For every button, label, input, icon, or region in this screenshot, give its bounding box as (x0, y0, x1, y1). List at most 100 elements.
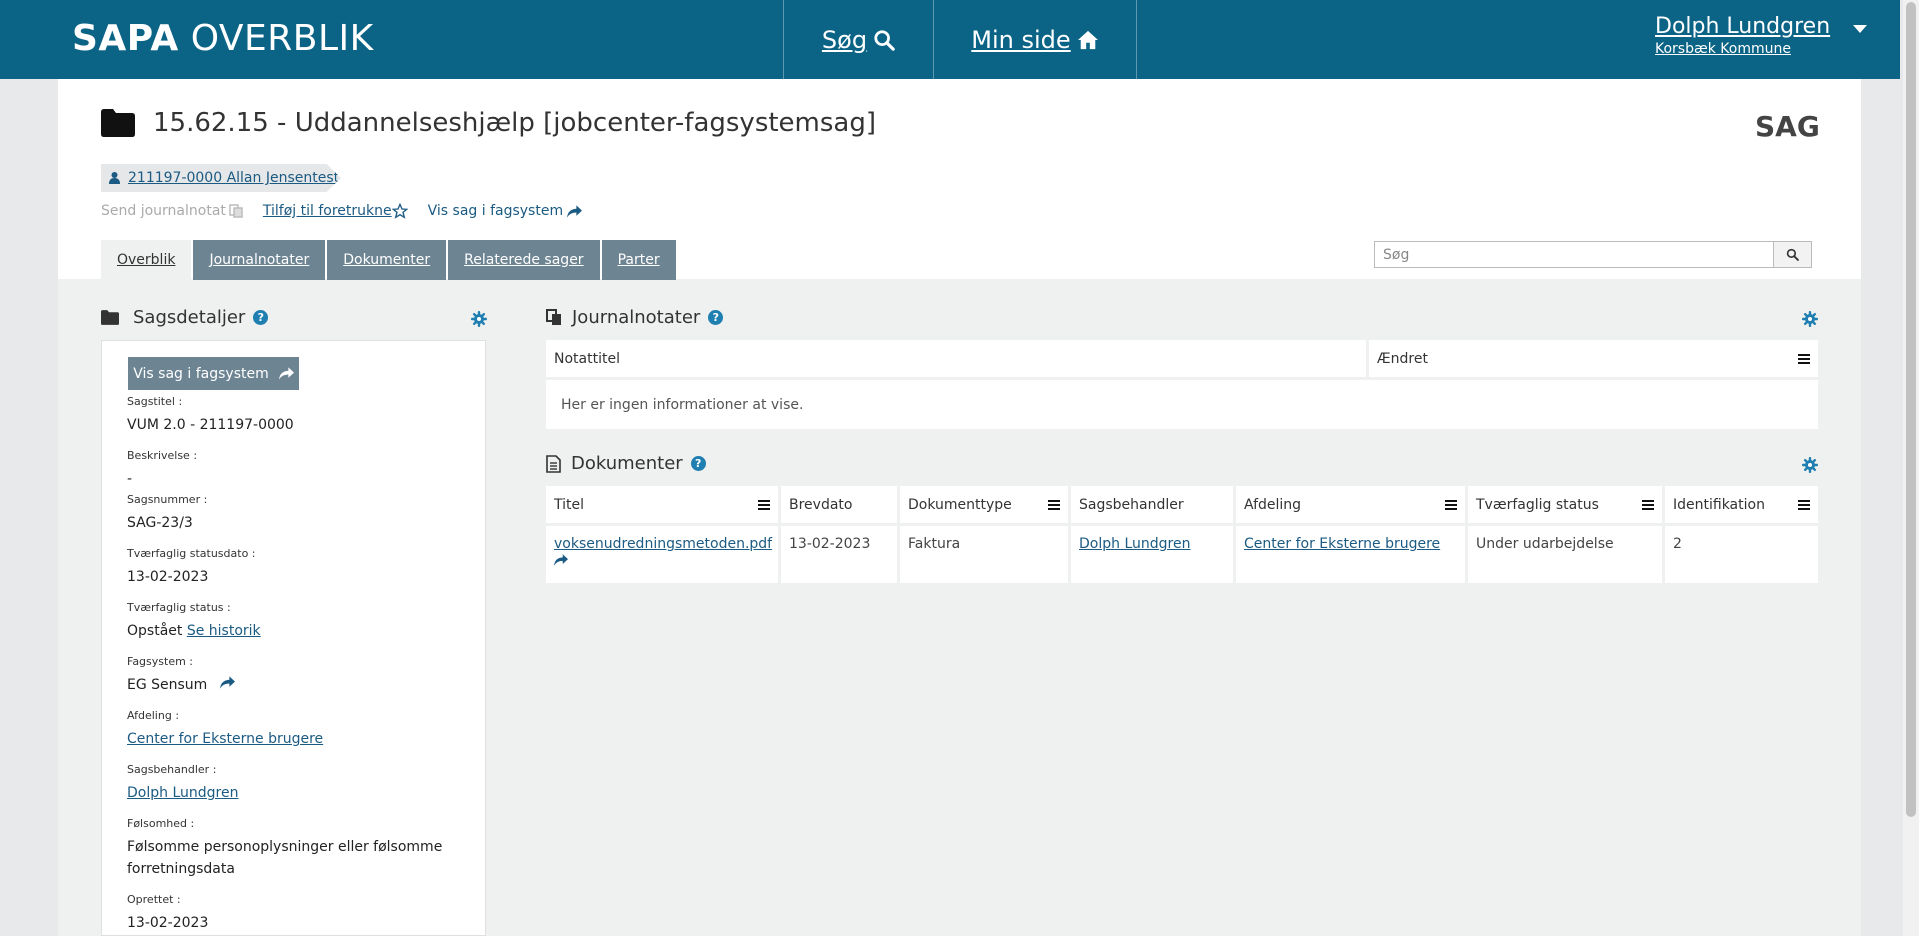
field-status: Tværfaglig status : Opstået Se historik (127, 601, 261, 642)
logo-bold: SAPA (72, 18, 179, 59)
share-icon[interactable] (567, 204, 583, 218)
open-fagsystem-button[interactable]: Vis sag i fagsystem (128, 357, 299, 390)
logo-light: OVERBLIK (190, 18, 374, 59)
field-label: Sagsnummer : (127, 493, 208, 506)
column-tvaerfaglig-status[interactable]: Tværfaglig status (1468, 486, 1665, 523)
copy-icon (229, 204, 243, 218)
column-notattitel[interactable]: Notattitel (546, 340, 1369, 377)
column-titel[interactable]: Titel (546, 486, 781, 523)
help-icon[interactable]: ? (253, 310, 269, 325)
field-label: Fagsystem : (127, 655, 194, 668)
afdeling-link[interactable]: Center for Eksterne brugere (1244, 536, 1440, 552)
column-sagsbehandler[interactable]: Sagsbehandler (1071, 486, 1236, 523)
tab-relaterede-sager[interactable]: Relaterede sager (448, 240, 600, 280)
column-afdeling[interactable]: Afdeling (1236, 486, 1468, 523)
column-aendret[interactable]: Ændret (1369, 340, 1818, 377)
column-label: Notattitel (554, 350, 620, 367)
search-button[interactable] (1774, 241, 1812, 268)
user-menu[interactable]: Dolph Lundgren Korsbæk Kommune (1655, 14, 1868, 57)
column-label: Sagsbehandler (1079, 496, 1184, 513)
journalnotater-heading: Journalnotater ? (546, 307, 724, 328)
column-identifikation[interactable]: Identifikation (1665, 486, 1818, 523)
field-value: - (127, 471, 133, 487)
field-label: Følsomhed : (127, 817, 195, 830)
nav-min-side-label: Min side (971, 25, 1071, 54)
field-sagsnummer: Sagsnummer : SAG-23/3 (127, 493, 207, 534)
add-favorite-button[interactable]: Tilføj til foretrukne (263, 203, 408, 219)
field-sagsbehandler: Sagsbehandler : Dolph Lundgren (127, 763, 238, 804)
sagsdetaljer-title: Sagsdetaljer (133, 307, 246, 328)
sagsbehandler-link[interactable]: Dolph Lundgren (127, 785, 238, 801)
open-fagsystem-button-label: Vis sag i fagsystem (133, 365, 269, 382)
menu-icon[interactable] (1798, 499, 1810, 510)
gear-icon[interactable] (1802, 311, 1818, 327)
user-name[interactable]: Dolph Lundgren (1655, 14, 1830, 39)
menu-icon[interactable] (1798, 353, 1810, 364)
dokumenter-table: Titel Brevdato Dokumenttype Sagsbehandle… (546, 486, 1818, 583)
column-brevdato[interactable]: Brevdato (781, 486, 900, 523)
page-title-row: 15.62.15 - Uddannelseshjælp [jobcenter-f… (101, 108, 876, 138)
tab-bar: Overblik Journalnotater Dokumenter Relat… (101, 240, 678, 280)
share-icon[interactable] (219, 676, 235, 689)
nav-search[interactable]: Søg (783, 0, 933, 79)
column-label: Tværfaglig status (1476, 496, 1599, 513)
tab-journalnotater[interactable]: Journalnotater (193, 240, 326, 280)
field-value: VUM 2.0 - 211197-0000 (127, 417, 294, 433)
menu-icon[interactable] (1445, 499, 1457, 510)
cell-brevdato: 13-02-2023 (781, 526, 900, 583)
cell-status: Under udarbejdelse (1468, 526, 1665, 583)
afdeling-link[interactable]: Center for Eksterne brugere (127, 731, 323, 747)
help-icon[interactable]: ? (690, 456, 706, 471)
field-fagsystem: Fagsystem : EG Sensum (127, 655, 235, 696)
app-logo[interactable]: SAPA OVERBLIK (72, 18, 374, 59)
gear-icon[interactable] (471, 311, 487, 327)
user-icon (109, 172, 120, 184)
send-journalnotat-button: Send journalnotat (101, 203, 243, 219)
open-fagsystem-link[interactable]: Vis sag i fagsystem (428, 203, 583, 219)
journalnotater-table: Notattitel Ændret Her er ingen informati… (546, 340, 1818, 429)
menu-icon[interactable] (1048, 499, 1060, 510)
search-icon (1786, 248, 1799, 261)
menu-icon[interactable] (758, 499, 770, 510)
add-favorite-label[interactable]: Tilføj til foretrukne (263, 203, 392, 219)
star-icon[interactable] (391, 203, 408, 219)
help-icon[interactable]: ? (708, 310, 724, 325)
field-oprettet: Oprettet : 13-02-2023 (127, 893, 208, 934)
share-icon[interactable] (554, 554, 568, 566)
tab-dokumenter[interactable]: Dokumenter (327, 240, 447, 280)
field-statusdato: Tværfaglig statusdato : 13-02-2023 (127, 547, 256, 588)
home-icon (1077, 30, 1098, 49)
table-row: voksenudredningsmetoden.pdf 13-02-2023 F… (546, 526, 1818, 583)
scrollbar[interactable] (1903, 0, 1919, 936)
document-link[interactable]: voksenudredningsmetoden.pdf (554, 536, 772, 552)
page-title: 15.62.15 - Uddannelseshjælp [jobcenter-f… (153, 108, 877, 138)
chevron-down-icon[interactable] (1853, 24, 1868, 33)
tab-overblik[interactable]: Overblik (101, 240, 192, 280)
column-label: Dokumenttype (908, 496, 1012, 513)
cell-dokumenttype: Faktura (900, 526, 1071, 583)
person-link[interactable]: 211197-0000 Allan Jensentest (128, 170, 339, 186)
user-organization[interactable]: Korsbæk Kommune (1655, 41, 1867, 57)
search-input[interactable] (1374, 241, 1774, 268)
column-label: Identifikation (1673, 496, 1765, 513)
field-label: Tværfaglig status : (127, 601, 231, 614)
column-dokumenttype[interactable]: Dokumenttype (900, 486, 1071, 523)
open-fagsystem-label[interactable]: Vis sag i fagsystem (428, 203, 563, 219)
tab-parter[interactable]: Parter (601, 240, 676, 280)
top-bar: SAPA OVERBLIK Søg Min side Dolph Lundgre… (0, 0, 1900, 79)
menu-icon[interactable] (1642, 499, 1654, 510)
send-journalnotat-label: Send journalnotat (101, 203, 226, 219)
field-label: Beskrivelse : (127, 449, 198, 462)
se-historik-link[interactable]: Se historik (187, 623, 261, 639)
field-beskrivelse: Beskrivelse : - (127, 449, 197, 490)
folder-icon (101, 109, 135, 137)
gear-icon[interactable] (1802, 457, 1818, 473)
sagsbehandler-link[interactable]: Dolph Lundgren (1079, 536, 1190, 552)
field-label: Oprettet : (127, 893, 181, 906)
cell-titel: voksenudredningsmetoden.pdf (546, 526, 781, 583)
cell-afdeling: Center for Eksterne brugere (1236, 526, 1468, 583)
journalnotater-title: Journalnotater (572, 307, 701, 328)
nav-min-side[interactable]: Min side (933, 0, 1137, 79)
field-sagstitel: Sagstitel : VUM 2.0 - 211197-0000 (127, 395, 294, 436)
scrollbar-thumb[interactable] (1906, 2, 1916, 817)
